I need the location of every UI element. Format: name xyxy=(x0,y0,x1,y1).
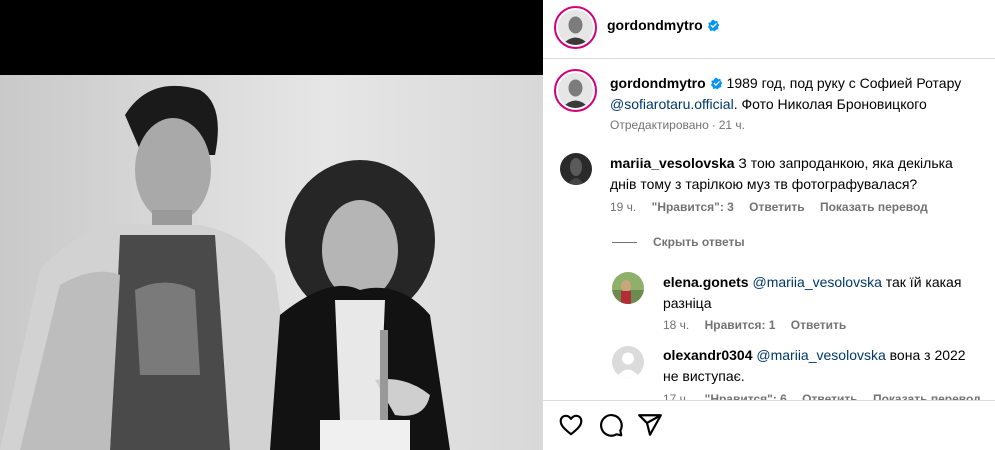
caption-mention[interactable]: @sofiarotaru.official xyxy=(610,96,734,112)
reply-avatar[interactable] xyxy=(612,346,644,378)
comment-username[interactable]: mariia_vesolovska xyxy=(610,155,735,171)
reply-avatar-image xyxy=(612,272,644,304)
comment-translate-button[interactable]: Показать перевод xyxy=(820,200,928,214)
post-panel: gordondmytro gordondmytro 1989 год, под … xyxy=(543,0,995,450)
caption-username[interactable]: gordondmytro xyxy=(610,75,706,91)
caption-avatar[interactable] xyxy=(554,69,597,112)
caption-text: 1989 год, под руку с Софией Ротару xyxy=(726,75,962,91)
comment-body: mariia_vesolovska З тою запроданкою, яка… xyxy=(610,153,980,195)
post-photo xyxy=(0,75,543,450)
reply-body: olexandr0304 @mariia_vesolovska вона з 2… xyxy=(663,345,981,387)
reply-body: elena.gonets @mariia_vesolovska так їй к… xyxy=(663,272,981,314)
comment-time[interactable]: 19 ч. xyxy=(610,200,636,214)
verified-icon xyxy=(710,77,723,90)
edited-time[interactable]: 21 ч. xyxy=(719,118,745,132)
comment-icon[interactable] xyxy=(598,412,624,438)
reply-reply-button[interactable]: Ответить xyxy=(791,318,846,332)
verified-icon xyxy=(707,19,720,32)
comment-reply-button[interactable]: Ответить xyxy=(749,200,804,214)
hide-replies-label: Скрыть ответы xyxy=(653,235,745,249)
reply-avatar[interactable] xyxy=(612,272,644,304)
reply-likes[interactable]: Нравится: 1 xyxy=(705,318,776,332)
default-avatar-icon xyxy=(612,346,644,378)
reply-username[interactable]: elena.gonets xyxy=(663,274,749,290)
caption-avatar-image xyxy=(558,73,593,108)
reply-time[interactable]: 18 ч. xyxy=(663,318,689,332)
reply-meta: 18 ч. Нравится: 1 Ответить xyxy=(663,318,858,332)
header-username[interactable]: gordondmytro xyxy=(607,17,703,33)
share-icon[interactable] xyxy=(637,412,663,438)
comment-meta: 19 ч. "Нравится": 3 Ответить Показать пе… xyxy=(610,200,940,214)
heart-icon[interactable] xyxy=(558,412,584,438)
reply-username[interactable]: olexandr0304 xyxy=(663,347,753,363)
post-caption: gordondmytro 1989 год, под руку с Софией… xyxy=(610,73,980,115)
author-avatar-image xyxy=(558,10,593,45)
commenter-avatar[interactable] xyxy=(560,153,592,185)
caption-suffix: . Фото Николая Броновицкого xyxy=(733,96,927,112)
reply-mention[interactable]: @mariia_vesolovska xyxy=(756,347,885,363)
author-avatar[interactable] xyxy=(554,6,597,49)
commenter-avatar-image xyxy=(560,153,592,185)
comment-likes[interactable]: "Нравится": 3 xyxy=(652,200,734,214)
hide-replies-button[interactable]: Скрыть ответы xyxy=(653,235,757,249)
caption-meta: Отредактировано · 21 ч. xyxy=(610,118,746,132)
header-user: gordondmytro xyxy=(607,17,720,33)
edited-label: Отредактировано xyxy=(610,118,709,132)
replies-divider xyxy=(612,242,637,243)
post-media[interactable] xyxy=(0,0,543,450)
reply-mention[interactable]: @mariia_vesolovska xyxy=(752,274,881,290)
